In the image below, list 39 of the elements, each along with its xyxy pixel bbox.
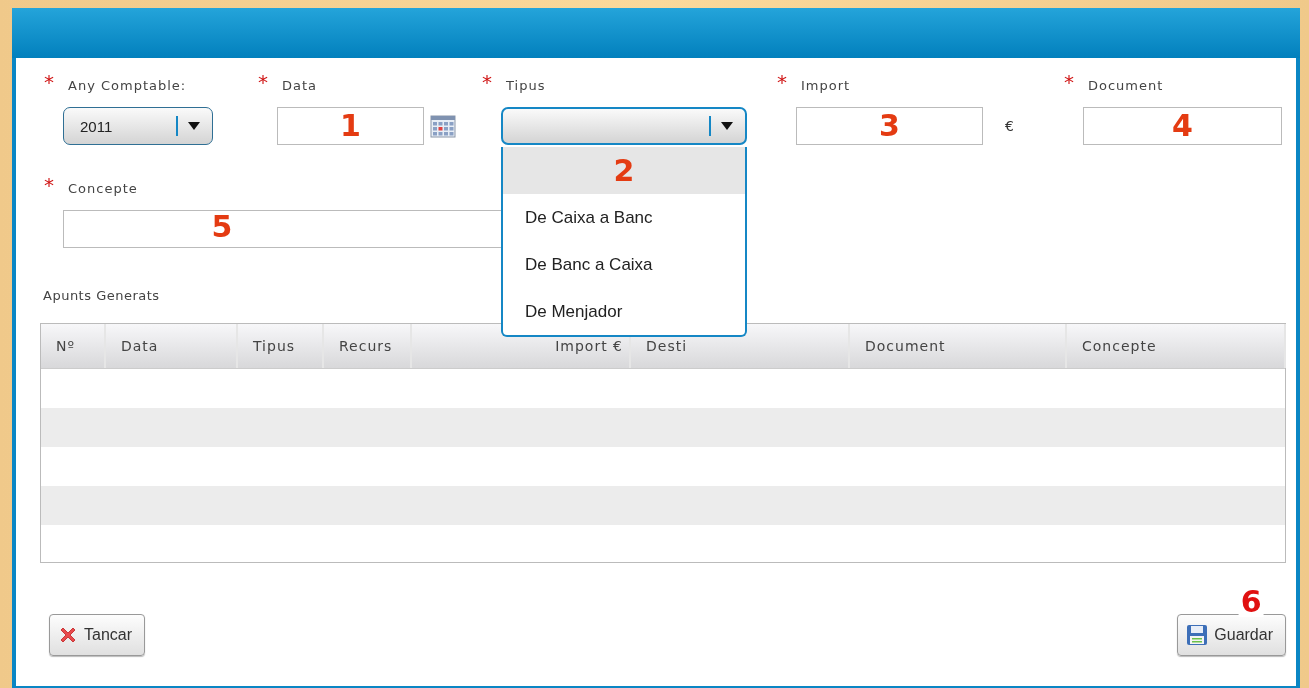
field-label: Import — [801, 78, 851, 93]
annotation-number: 1 — [340, 111, 361, 141]
date-field[interactable]: 1 — [277, 107, 424, 145]
required-asterisk: * — [777, 72, 788, 92]
required-asterisk: * — [482, 72, 493, 92]
column-header[interactable]: Desti — [631, 324, 850, 368]
select-dropdown[interactable]: 2011 — [63, 107, 213, 145]
field-label: Document — [1088, 78, 1164, 93]
column-header[interactable]: Import € — [412, 324, 631, 368]
required-asterisk: * — [44, 72, 55, 92]
required-asterisk: * — [1064, 72, 1075, 92]
column-header[interactable]: Recurs — [324, 324, 412, 368]
annotation-number: 5 — [211, 212, 233, 242]
text-field[interactable]: 4 — [1083, 107, 1282, 145]
column-header[interactable]: Data — [106, 324, 238, 368]
required-asterisk: * — [44, 175, 55, 195]
column-header[interactable]: Concepte — [1067, 324, 1286, 368]
annotation-number: 2 — [613, 155, 635, 186]
section-title: Apunts Generats — [43, 288, 160, 303]
close-button[interactable]: Tancar — [49, 614, 146, 656]
close-icon — [58, 625, 78, 645]
calendar-icon[interactable] — [430, 114, 456, 138]
field-label: Tipus — [506, 78, 546, 93]
save-button[interactable]: Guardar — [1177, 614, 1286, 656]
amount-field[interactable]: 3 — [796, 107, 983, 145]
annotation-number: 6 — [1238, 587, 1264, 617]
required-asterisk: * — [258, 72, 269, 92]
column-header[interactable]: Document — [850, 324, 1067, 368]
field-label: Concepte — [68, 181, 138, 196]
annotation-number: 3 — [879, 111, 900, 141]
caret-icon — [188, 122, 200, 130]
annotation-number: 4 — [1172, 111, 1193, 141]
select-dropdown[interactable] — [501, 107, 747, 145]
field-label: Any Comptable: — [68, 78, 187, 93]
column-header[interactable]: Nº — [41, 324, 106, 368]
field-label: Data — [282, 78, 318, 93]
caret-icon — [721, 122, 733, 130]
column-header[interactable]: Tipus — [238, 324, 324, 368]
currency-symbol: € — [1005, 118, 1014, 134]
